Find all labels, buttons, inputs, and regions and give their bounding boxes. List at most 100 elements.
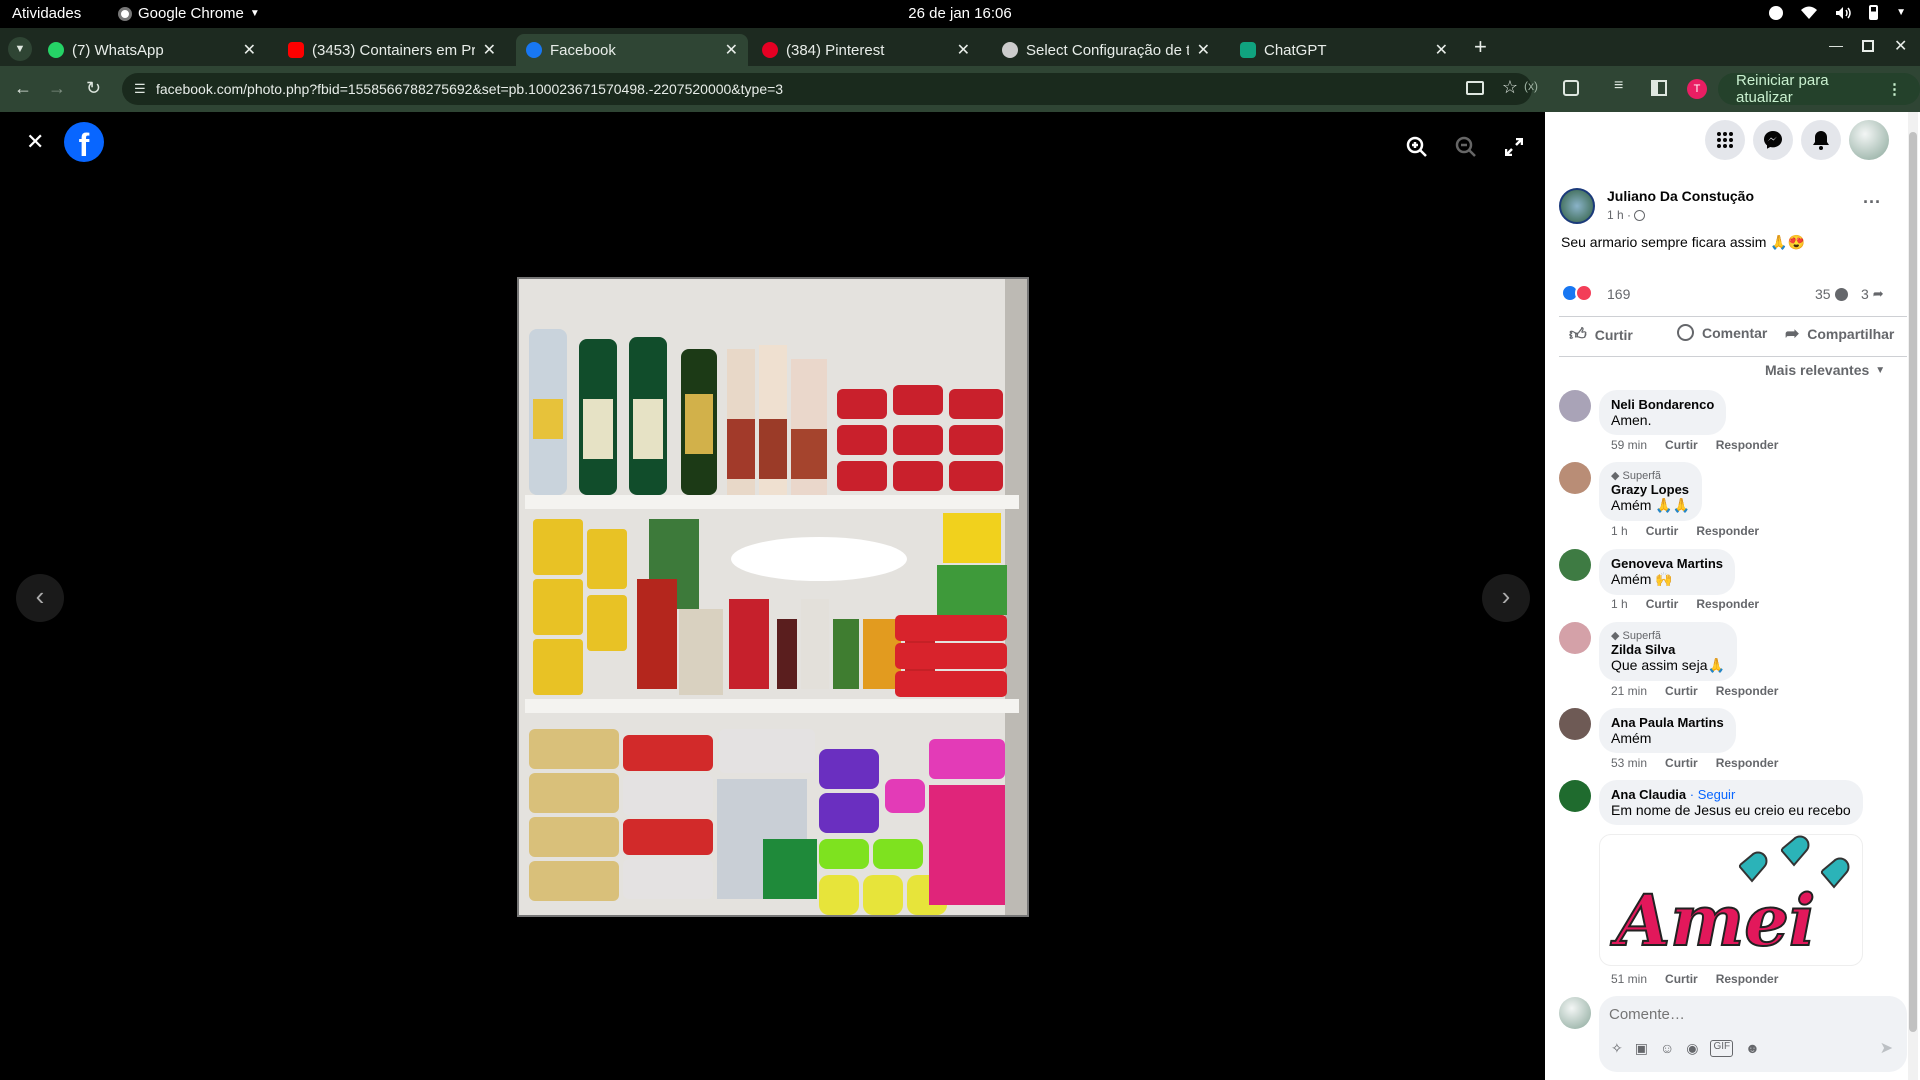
back-arrow-icon[interactable]: ←	[14, 78, 32, 99]
menu-grid-icon[interactable]	[1705, 120, 1745, 160]
love-reaction-icon[interactable]	[1575, 284, 1593, 302]
comment-reply-button[interactable]: Responder	[1716, 756, 1779, 770]
commenter-avatar[interactable]	[1559, 622, 1591, 654]
comment-reply-button[interactable]: Responder	[1696, 524, 1759, 538]
comment-time[interactable]: 53 min	[1611, 756, 1647, 770]
gif-icon[interactable]: GIF	[1710, 1040, 1734, 1057]
tab-youtube[interactable]: (3453) Containers em Pr ✕	[278, 34, 506, 66]
notifications-bell-icon[interactable]	[1801, 120, 1841, 160]
facebook-logo[interactable]: f	[64, 122, 104, 162]
tab-pinterest[interactable]: (384) Pinterest ✕	[752, 34, 980, 66]
tab-search-icon[interactable]: ▼	[8, 37, 32, 61]
media-control-icon[interactable]: ≡	[1614, 77, 1623, 95]
close-tab-icon[interactable]: ✕	[957, 40, 970, 60]
sticker-icon[interactable]: ▣	[1635, 1040, 1648, 1057]
comment-reply-button[interactable]: Responder	[1716, 684, 1779, 698]
new-tab-button[interactable]: +	[1474, 34, 1487, 60]
close-tab-icon[interactable]: ✕	[243, 40, 256, 60]
comment-time[interactable]: 51 min	[1611, 972, 1647, 986]
minimize-icon[interactable]: —	[1829, 37, 1843, 53]
tab-chatgpt[interactable]: ChatGPT ✕	[1230, 34, 1458, 66]
close-tab-icon[interactable]: ✕	[1197, 40, 1210, 60]
author-name[interactable]: Juliano Da Constução	[1607, 188, 1754, 204]
comment-sticker[interactable]: Amei	[1599, 834, 1863, 966]
camera-icon[interactable]: ◉	[1686, 1040, 1698, 1057]
reaction-count[interactable]: 169	[1607, 286, 1630, 302]
address-bar[interactable]: ☰ facebook.com/photo.php?fbid=1558566788…	[122, 73, 1532, 105]
commenter-avatar[interactable]	[1559, 462, 1591, 494]
previous-photo-button[interactable]: ‹	[16, 574, 64, 622]
commenter-avatar[interactable]	[1559, 780, 1591, 812]
sticker-face-icon[interactable]: ☻	[1745, 1040, 1760, 1057]
comment-time[interactable]: 21 min	[1611, 684, 1647, 698]
clock[interactable]: 26 de jan 16:06	[0, 5, 1920, 22]
commenter-avatar[interactable]	[1559, 390, 1591, 422]
comment-like-button[interactable]: Curtir	[1646, 524, 1679, 538]
close-tab-icon[interactable]: ✕	[483, 40, 496, 60]
comment-reply-button[interactable]: Responder	[1716, 438, 1779, 452]
comment-time[interactable]: 59 min	[1611, 438, 1647, 452]
commenter-name[interactable]: Genoveva Martins	[1611, 556, 1723, 571]
close-window-icon[interactable]: ✕	[1894, 36, 1907, 56]
install-icon[interactable]	[1466, 81, 1484, 95]
bookmark-star-icon[interactable]: ☆	[1502, 77, 1518, 98]
sort-comments-dropdown[interactable]: Mais relevantes ▼	[1765, 362, 1885, 378]
close-tab-icon[interactable]: ✕	[1435, 40, 1448, 60]
tab-select-config[interactable]: Select Configuração de t ✕	[992, 34, 1220, 66]
zoom-out-icon[interactable]	[1455, 136, 1477, 158]
post-options-icon[interactable]: ···	[1863, 192, 1881, 213]
post-photo[interactable]	[517, 277, 1029, 917]
comment-composer[interactable]: ✧ ▣ ☺ ◉ GIF ☻ ➤	[1599, 996, 1907, 1072]
avatar-sticker-icon[interactable]: ✧	[1611, 1040, 1623, 1057]
tab-whatsapp[interactable]: (7) WhatsApp ✕	[38, 34, 266, 66]
reload-icon[interactable]: ↻	[86, 78, 101, 99]
shares-count[interactable]: 3 ➦	[1861, 286, 1884, 302]
close-icon[interactable]: ✕	[26, 129, 44, 155]
comment-like-button[interactable]: Curtir	[1665, 438, 1698, 452]
comment-like-button[interactable]: Curtir	[1665, 972, 1698, 986]
comment-time[interactable]: 1 h	[1611, 597, 1628, 611]
next-photo-button[interactable]: ›	[1482, 574, 1530, 622]
commenter-name-text[interactable]: Ana Claudia	[1611, 787, 1686, 802]
system-tray[interactable]: ▼	[1769, 5, 1906, 20]
scrollbar-thumb[interactable]	[1909, 132, 1917, 1032]
share-button[interactable]: ➦ Compartilhar	[1785, 324, 1894, 344]
commenter-avatar[interactable]	[1559, 549, 1591, 581]
zoom-in-icon[interactable]	[1406, 136, 1428, 158]
comment-like-button[interactable]: Curtir	[1665, 684, 1698, 698]
author-avatar[interactable]	[1559, 188, 1595, 224]
comment-text: Amen.	[1611, 412, 1652, 428]
like-button[interactable]: 👍︎ Curtir	[1569, 324, 1633, 345]
scrollbar[interactable]	[1908, 112, 1918, 1080]
restore-icon[interactable]	[1862, 40, 1874, 52]
comment-reply-button[interactable]: Responder	[1696, 597, 1759, 611]
side-panel-icon[interactable]	[1651, 80, 1667, 96]
profile-avatar[interactable]: T	[1687, 79, 1707, 99]
forward-arrow-icon[interactable]: →	[48, 78, 66, 99]
puzzle-icon[interactable]	[1563, 80, 1579, 96]
commenter-avatar[interactable]	[1559, 708, 1591, 740]
fullscreen-icon[interactable]	[1505, 138, 1523, 156]
my-avatar[interactable]	[1559, 997, 1591, 1029]
comment-time[interactable]: 1 h	[1611, 524, 1628, 538]
account-avatar[interactable]	[1849, 120, 1889, 160]
comment-button[interactable]: Comentar	[1677, 324, 1767, 341]
restart-to-update-button[interactable]: Reiniciar para atualizar ⋮	[1718, 72, 1920, 106]
commenter-name[interactable]: Neli Bondarenco	[1611, 397, 1714, 412]
comment-like-button[interactable]: Curtir	[1665, 756, 1698, 770]
comments-count[interactable]: 35	[1815, 286, 1848, 302]
extension-icon[interactable]: (x)	[1524, 79, 1538, 93]
commenter-name[interactable]: Zilda Silva	[1611, 642, 1725, 657]
comment-like-button[interactable]: Curtir	[1646, 597, 1679, 611]
comment-reply-button[interactable]: Responder	[1716, 972, 1779, 986]
commenter-name[interactable]: Ana Paula Martins	[1611, 715, 1724, 730]
comment-input[interactable]	[1609, 1002, 1889, 1026]
emoji-icon[interactable]: ☺	[1660, 1040, 1674, 1057]
tab-facebook[interactable]: Facebook ✕	[516, 34, 748, 66]
site-info-icon[interactable]: ☰	[134, 81, 146, 97]
send-icon[interactable]: ➤	[1880, 1038, 1893, 1058]
close-tab-icon[interactable]: ✕	[725, 40, 738, 60]
commenter-name[interactable]: Grazy Lopes	[1611, 482, 1690, 497]
messenger-icon[interactable]	[1753, 120, 1793, 160]
follow-link[interactable]: · Seguir	[1690, 787, 1736, 802]
